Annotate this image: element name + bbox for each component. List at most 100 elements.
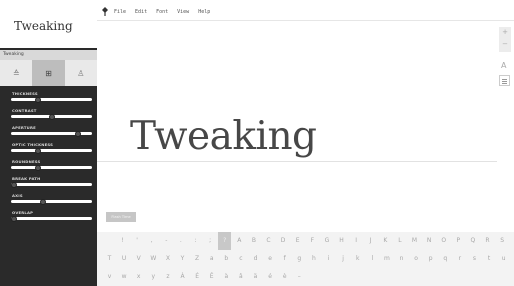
glyph-cell[interactable]: q <box>439 250 452 268</box>
preview-canvas[interactable]: Tweaking Flash Time <box>97 22 497 230</box>
glyph-cell[interactable]: B <box>247 232 260 250</box>
slider-track[interactable] <box>11 198 92 205</box>
glyph-cell[interactable]: P <box>452 232 465 250</box>
glyph-cell[interactable]: K <box>379 232 392 250</box>
zoom-out-icon[interactable]: − <box>499 40 511 48</box>
glyph-cell[interactable]: À <box>176 268 189 286</box>
menu-view[interactable]: View <box>177 9 189 15</box>
glyph-cell[interactable]: o <box>410 250 423 268</box>
glyph-cell[interactable]: t <box>483 250 496 268</box>
glyph-cell[interactable]: e <box>264 250 277 268</box>
glyph-cell[interactable]: b <box>220 250 233 268</box>
slider-thumb[interactable] <box>75 130 82 137</box>
glyph-cell[interactable]: v <box>103 268 116 286</box>
glyph-cell[interactable]: à <box>220 268 233 286</box>
glyph-cell[interactable]: a <box>205 250 218 268</box>
glyph-cell[interactable]: k <box>351 250 364 268</box>
glyph-cell[interactable]: E <box>291 232 304 250</box>
menu-file[interactable]: File <box>114 9 126 15</box>
glyph-cell[interactable]: i <box>322 250 335 268</box>
flash-time-button[interactable]: Flash Time <box>106 212 136 222</box>
glyph-cell[interactable]: l <box>366 250 379 268</box>
glyph-cell[interactable]: S <box>496 232 509 250</box>
slider-thumb[interactable] <box>11 215 18 222</box>
glyph-cell[interactable]: O <box>437 232 450 250</box>
slider-track[interactable] <box>11 215 92 222</box>
glyph-cell[interactable]: r <box>453 250 466 268</box>
glyph-cell[interactable]: V <box>132 250 145 268</box>
glyph-cell[interactable]: ! <box>116 232 129 250</box>
glyph-cell[interactable]: z <box>161 268 174 286</box>
glyph-cell[interactable]: n <box>395 250 408 268</box>
glyph-cell[interactable]: W <box>147 250 160 268</box>
glyph-cell[interactable]: G <box>320 232 333 250</box>
slider-thumb[interactable] <box>34 96 41 103</box>
glyph-cell[interactable]: p <box>424 250 437 268</box>
slider-thumb[interactable] <box>48 113 55 120</box>
slider-thumb[interactable] <box>40 198 47 205</box>
glyph-cell[interactable]: j <box>337 250 350 268</box>
menu-help[interactable]: Help <box>198 9 210 15</box>
glyph-cell[interactable]: É <box>191 268 204 286</box>
slider-thumb[interactable] <box>34 147 41 154</box>
glyph-cell[interactable]: Z <box>191 250 204 268</box>
glyph-cell[interactable]: Ê <box>205 268 218 286</box>
mode-tab-outline[interactable]: ≙ <box>0 60 32 86</box>
glyph-cell[interactable]: F <box>306 232 319 250</box>
glyph-cell[interactable]: f <box>278 250 291 268</box>
glyph-cell[interactable]: I <box>350 232 363 250</box>
menu-font[interactable]: Font <box>156 9 168 15</box>
glyph-cell[interactable]: Y <box>176 250 189 268</box>
glyph-cell[interactable]: C <box>262 232 275 250</box>
slider-track[interactable] <box>11 130 92 137</box>
glyph-cell[interactable]: X <box>161 250 174 268</box>
paragraph-icon[interactable] <box>499 75 510 86</box>
glyph-cell[interactable]: ' <box>131 232 144 250</box>
glyph-cell[interactable]: D <box>277 232 290 250</box>
slider-thumb[interactable] <box>11 181 18 188</box>
glyph-cell[interactable]: T <box>103 250 116 268</box>
slider-track[interactable] <box>11 147 92 154</box>
glyph-cell[interactable]: ä <box>249 268 262 286</box>
glyph-cell[interactable]: x <box>132 268 145 286</box>
glyph-cell[interactable]: - <box>160 232 173 250</box>
glyph-cell[interactable]: g <box>293 250 306 268</box>
glyph-cell[interactable]: h <box>307 250 320 268</box>
font-size-icon[interactable]: A <box>501 61 506 70</box>
glyph-cell[interactable]: é <box>264 268 277 286</box>
glyph-cell[interactable]: m <box>380 250 393 268</box>
glyph-cell[interactable]: ; <box>204 232 217 250</box>
glyph-cell[interactable]: R <box>481 232 494 250</box>
glyph-cell[interactable]: d <box>249 250 262 268</box>
glyph-cell[interactable]: N <box>423 232 436 250</box>
glyph-cell[interactable]: H <box>335 232 348 250</box>
slider-track[interactable] <box>11 113 92 120</box>
zoom-in-icon[interactable]: + <box>499 28 511 36</box>
glyph-cell[interactable]: L <box>393 232 406 250</box>
glyph-cell[interactable]: è <box>278 268 291 286</box>
slider-track[interactable] <box>11 164 92 171</box>
glyph-cell[interactable]: y <box>147 268 160 286</box>
glyph-cell[interactable]: . <box>174 232 187 250</box>
glyph-cell[interactable]: ? <box>218 232 232 250</box>
glyph-cell[interactable]: , <box>145 232 158 250</box>
glyph-cell[interactable]: : <box>189 232 202 250</box>
glyph-cell[interactable]: A <box>233 232 246 250</box>
mode-tab-person[interactable]: ♙ <box>65 60 97 86</box>
glyph-cell[interactable]: c <box>234 250 247 268</box>
slider-optic-thickness: OPTIC THICKNESS <box>0 139 97 156</box>
mode-tab-grid[interactable]: ⊞ <box>32 60 65 86</box>
glyph-cell[interactable]: – <box>293 268 306 286</box>
slider-thumb[interactable] <box>34 164 41 171</box>
glyph-cell[interactable]: Q <box>466 232 479 250</box>
glyph-cell[interactable]: w <box>118 268 131 286</box>
glyph-cell[interactable]: U <box>118 250 131 268</box>
menu-edit[interactable]: Edit <box>135 9 147 15</box>
glyph-cell[interactable]: J <box>364 232 377 250</box>
glyph-cell[interactable]: u <box>497 250 510 268</box>
slider-track[interactable] <box>11 181 92 188</box>
glyph-cell[interactable]: â <box>234 268 247 286</box>
slider-track[interactable] <box>11 96 92 103</box>
glyph-cell[interactable]: s <box>468 250 481 268</box>
glyph-cell[interactable]: M <box>408 232 421 250</box>
